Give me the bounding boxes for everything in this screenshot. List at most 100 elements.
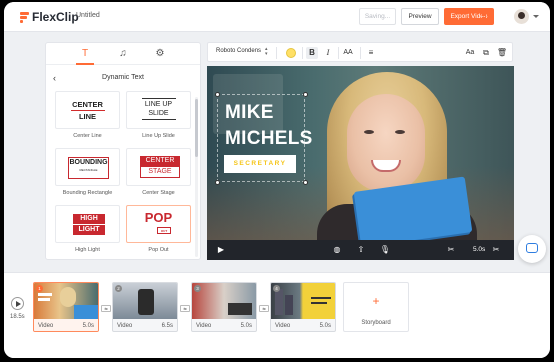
resize-handle[interactable]	[303, 180, 308, 185]
user-avatar[interactable]	[514, 9, 529, 24]
logo-mark-icon	[20, 11, 30, 23]
text-icon[interactable]: T	[77, 46, 93, 62]
text-style-icon[interactable]: Aa	[464, 47, 476, 59]
template-preview: CENTER LINE	[70, 100, 105, 121]
template-label: High Light	[75, 247, 100, 253]
saving-status-button: Saving...	[359, 8, 396, 25]
person-eye	[395, 130, 405, 134]
dynamic-text-panel: T ♫ ⚙ ‹ Dynamic Text CENTER LINE Center L…	[45, 42, 201, 260]
preview-button[interactable]: Preview	[401, 8, 439, 25]
clip-thumbnail	[192, 283, 256, 319]
active-tab-indicator	[76, 63, 94, 65]
template-line-up-slide[interactable]: LINE UP SLIDE	[126, 91, 191, 129]
template-preview: CENTER STAGE	[140, 156, 180, 178]
person-eye	[364, 130, 374, 134]
toolbar-divider	[338, 47, 339, 59]
settings-icon[interactable]: ⚙	[152, 46, 168, 62]
text-color-picker[interactable]	[286, 48, 296, 58]
chat-support-button[interactable]	[518, 235, 546, 263]
plus-icon: +	[372, 294, 380, 308]
flexclip-editor: FlexClip Untitled Saving... Preview Expo…	[4, 2, 550, 358]
bold-icon[interactable]: B	[306, 47, 318, 59]
font-select-arrows-icon[interactable]: ▴ ▾	[265, 47, 268, 57]
video-canvas[interactable]: MIKE MICHELS SECRETARY	[207, 66, 514, 240]
template-pop-out[interactable]: POP OUT	[126, 205, 191, 243]
storyboard-label: Storyboard	[361, 320, 391, 326]
clip-thumbnail	[34, 283, 98, 319]
timeline-play-button[interactable]	[11, 297, 24, 310]
timeline: 18.5s 1 Video 5.0s ⇆ 2 Video 6.5s ⇆ 3 Vi…	[4, 272, 550, 358]
italic-icon[interactable]: I	[322, 47, 334, 59]
role-subtitle-text[interactable]: SECRETARY	[224, 155, 296, 173]
font-family-select[interactable]: Roboto Condens	[216, 48, 261, 54]
clip-type: Video	[38, 323, 54, 329]
microphone-icon[interactable]: 🎙	[379, 244, 391, 256]
split-icon[interactable]: ✂	[445, 244, 457, 256]
clip-duration: 5.0s	[319, 323, 331, 329]
resize-handle[interactable]	[215, 180, 220, 185]
timeline-clip-4[interactable]: 4 Video 5.0s	[270, 282, 336, 332]
clip-footer: Video 5.0s	[271, 319, 335, 331]
template-label: Center Line	[73, 133, 102, 139]
template-center-stage[interactable]: CENTER STAGE	[126, 148, 191, 186]
globe-icon[interactable]: ◍	[331, 244, 343, 256]
align-left-icon[interactable]: ≡	[365, 47, 377, 59]
total-duration: 18.5s	[10, 314, 25, 320]
clip-duration: 5.0s	[240, 323, 252, 329]
apps-grid-icon[interactable]	[482, 12, 491, 21]
clip-number-badge: 4	[273, 285, 280, 292]
template-preview: HIGH LIGHT	[73, 214, 105, 236]
transition-icon[interactable]: ⇆	[101, 305, 111, 312]
clip-number-badge: 2	[115, 285, 122, 292]
resize-handle[interactable]	[215, 92, 220, 97]
name-title-text[interactable]: MIKE MICHELS	[225, 100, 313, 152]
clip-duration: 5.0s	[473, 246, 486, 253]
play-icon	[16, 301, 21, 307]
toolbar-divider	[360, 47, 361, 59]
top-bar: FlexClip Untitled Saving... Preview Expo…	[4, 2, 550, 32]
template-label: Bounding Rectangle	[62, 190, 113, 196]
clip-type: Video	[196, 323, 212, 329]
chat-icon	[526, 243, 538, 253]
resize-handle[interactable]	[303, 92, 308, 97]
person-face	[347, 94, 425, 192]
clip-footer: Video 6.5s	[113, 319, 177, 331]
transition-icon[interactable]: ⇆	[180, 305, 190, 312]
toolbar-divider	[302, 47, 303, 59]
play-icon[interactable]: ▶	[215, 244, 227, 256]
template-center-line[interactable]: CENTER LINE	[55, 91, 120, 129]
panel-title: Dynamic Text	[102, 74, 144, 81]
template-preview: BOUNDING RECTANGLE	[68, 157, 109, 179]
clip-type: Video	[117, 323, 133, 329]
toolbar-divider	[276, 47, 277, 59]
delete-icon[interactable]: 🗑	[496, 47, 508, 59]
document-title[interactable]: Untitled	[76, 12, 100, 19]
template-label: Line Up Slide	[142, 133, 175, 139]
transition-icon[interactable]: ⇆	[259, 305, 269, 312]
flexclip-logo[interactable]: FlexClip	[20, 10, 79, 24]
scissors-icon[interactable]: ✂	[490, 244, 502, 256]
duplicate-icon[interactable]: ⧉	[480, 47, 492, 59]
scrollbar-thumb[interactable]	[195, 99, 198, 157]
template-high-light[interactable]: HIGH LIGHT	[55, 205, 120, 243]
clip-number-badge: 3	[194, 285, 201, 292]
upload-icon[interactable]: ⇧	[355, 244, 367, 256]
music-icon[interactable]: ♫	[115, 46, 131, 62]
timeline-clip-1[interactable]: 1 Video 5.0s	[33, 282, 99, 332]
template-bounding-rectangle[interactable]: BOUNDING RECTANGLE	[55, 148, 120, 186]
timeline-clip-2[interactable]: 2 Video 6.5s	[112, 282, 178, 332]
template-label: Pop Out	[148, 247, 169, 253]
template-label: Center Stage	[142, 190, 175, 196]
timeline-clip-3[interactable]: 3 Video 5.0s	[191, 282, 257, 332]
panel-tabs: T ♫ ⚙	[46, 43, 200, 65]
clip-type: Video	[275, 323, 291, 329]
font-size-icon[interactable]: AA	[342, 47, 354, 59]
clip-duration: 5.0s	[82, 323, 94, 329]
chevron-down-icon[interactable]	[533, 15, 539, 18]
clip-footer: Video 5.0s	[34, 319, 98, 331]
text-format-toolbar: Roboto Condens ▴ ▾ B I AA ≡ Aa ⧉ 🗑	[207, 42, 513, 62]
clip-number-badge: 1	[36, 285, 43, 292]
add-storyboard-button[interactable]: + Storyboard	[343, 282, 409, 332]
template-preview: POP OUT	[144, 210, 173, 234]
clip-thumbnail	[271, 283, 335, 319]
